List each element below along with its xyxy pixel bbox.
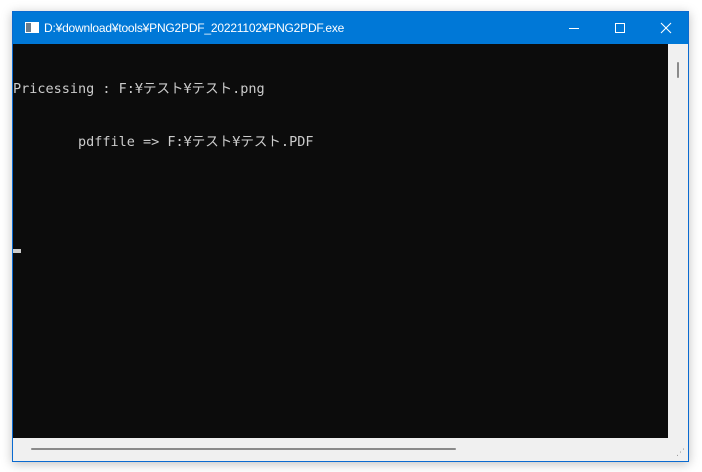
resize-grip-icon[interactable]: ⋰ — [676, 448, 686, 458]
console-app-icon — [25, 22, 39, 33]
maximize-button[interactable] — [597, 12, 643, 44]
vertical-scrollbar[interactable] — [668, 44, 688, 438]
horizontal-scrollbar[interactable] — [13, 438, 688, 461]
minimize-button[interactable] — [551, 12, 597, 44]
close-icon — [660, 22, 672, 34]
title-bar[interactable]: D:¥download¥tools¥PNG2PDF_20221102¥PNG2P… — [13, 12, 688, 44]
text-cursor — [13, 248, 21, 253]
console-window: D:¥download¥tools¥PNG2PDF_20221102¥PNG2P… — [12, 11, 689, 462]
window-title: D:¥download¥tools¥PNG2PDF_20221102¥PNG2P… — [44, 21, 345, 35]
console-output[interactable]: Pricessing : F:¥テスト¥テスト.png pdffile => F… — [13, 44, 668, 438]
console-line: pdffile => F:¥テスト¥テスト.PDF — [13, 133, 314, 150]
console-line: Pricessing : F:¥テスト¥テスト.png — [13, 81, 265, 97]
vertical-scroll-thumb[interactable] — [677, 62, 679, 78]
close-button[interactable] — [643, 12, 688, 44]
maximize-icon — [615, 23, 625, 33]
horizontal-scroll-thumb[interactable] — [31, 448, 456, 450]
minimize-icon — [569, 28, 579, 29]
console-cursor-line — [13, 239, 668, 257]
